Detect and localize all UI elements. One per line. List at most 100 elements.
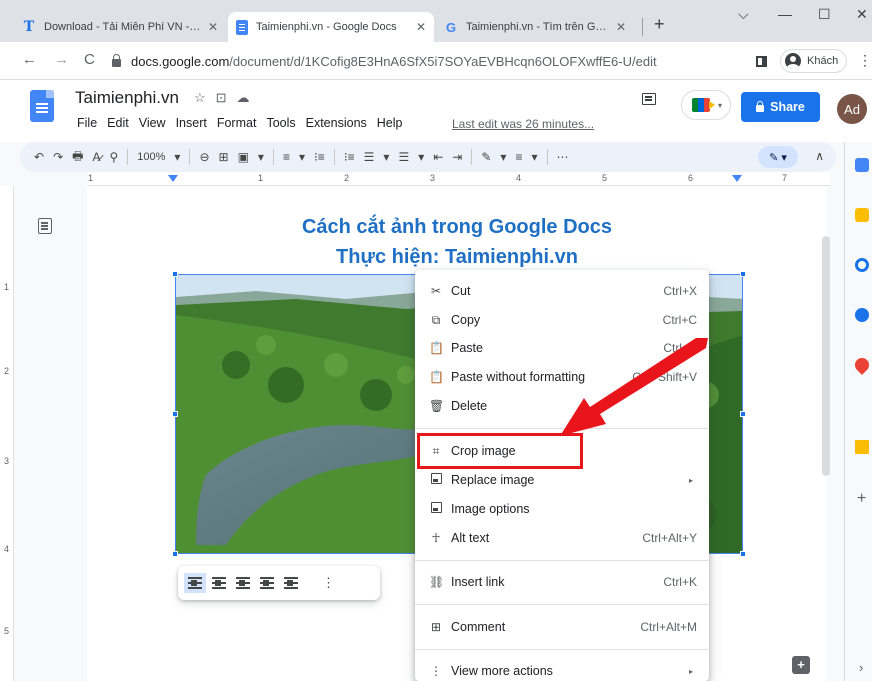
side-panel-icon[interactable]: [756, 56, 767, 67]
numbered-list-icon[interactable]: ☰: [398, 150, 409, 164]
resize-handle[interactable]: [172, 411, 178, 417]
context-menu-view-more-actions[interactable]: ⋮ View more actions ▸: [415, 657, 709, 681]
context-menu-cut[interactable]: ✂ Cut Ctrl+X: [415, 277, 709, 305]
resize-handle[interactable]: [740, 411, 746, 417]
menu-tools[interactable]: Tools: [266, 116, 295, 130]
menu-extensions[interactable]: Extensions: [306, 116, 367, 130]
context-menu-paste-without-formatting[interactable]: 📋 Paste without formatting Ctrl+Shift+V: [415, 363, 709, 391]
checklist-icon[interactable]: ⁝≡: [344, 150, 355, 164]
chevron-down-icon[interactable]: ▾: [418, 150, 424, 164]
align-icon[interactable]: ≡: [283, 150, 290, 164]
minimize-icon[interactable]: —: [778, 6, 792, 22]
get-add-ons-icon[interactable]: +: [857, 490, 866, 508]
context-menu-insert-link[interactable]: ⛓ Insert link Ctrl+K: [415, 568, 709, 596]
print-icon[interactable]: 🖶: [72, 147, 83, 168]
resize-handle[interactable]: [172, 551, 178, 557]
chevron-down-icon[interactable]: ▾: [531, 150, 537, 164]
chevron-down-icon[interactable]: ▾: [383, 150, 389, 164]
keep-icon[interactable]: [855, 208, 869, 222]
resize-handle[interactable]: [740, 551, 746, 557]
increase-indent-icon[interactable]: ⇥: [452, 150, 462, 164]
context-menu-delete[interactable]: 🗑 Delete: [415, 392, 709, 420]
chevron-down-icon[interactable]: ▾: [299, 150, 305, 164]
horizontal-ruler[interactable]: 1 1 2 3 4 5 6 7: [88, 172, 830, 186]
menu-format[interactable]: Format: [217, 116, 257, 130]
right-indent-marker[interactable]: [732, 175, 742, 182]
hide-menus-icon[interactable]: ∧: [815, 149, 824, 163]
behind-text-icon[interactable]: [260, 577, 274, 589]
vertical-scrollbar[interactable]: [822, 236, 830, 476]
new-tab-button[interactable]: +: [654, 14, 665, 35]
menu-view[interactable]: View: [139, 116, 166, 130]
star-move-status-icons[interactable]: ☆⊡☁: [194, 90, 260, 106]
paint-format-icon[interactable]: ⚲: [109, 150, 118, 164]
download-addon-icon[interactable]: [855, 440, 869, 454]
comment-icon: ⊞: [430, 620, 442, 634]
close-tab-icon[interactable]: ✕: [416, 20, 426, 34]
border-weight-icon[interactable]: ≡: [515, 150, 522, 164]
context-menu-copy[interactable]: ⧉ Copy Ctrl+C: [415, 306, 709, 334]
browser-menu-icon[interactable]: ⋮: [858, 52, 872, 69]
border-color-icon[interactable]: ✎: [481, 150, 491, 164]
insert-link-icon[interactable]: ⊖: [199, 150, 209, 164]
comments-icon[interactable]: [642, 93, 656, 105]
spellcheck-icon[interactable]: A̷: [92, 150, 100, 164]
menu-file[interactable]: File: [77, 116, 97, 130]
context-menu-image-options[interactable]: Image options: [415, 495, 709, 523]
more-options-icon[interactable]: ⋯: [557, 150, 569, 164]
document-outline-icon[interactable]: [38, 218, 52, 234]
context-menu-comment[interactable]: ⊞ Comment Ctrl+Alt+M: [415, 613, 709, 641]
menu-insert[interactable]: Insert: [176, 116, 207, 130]
undo-icon[interactable]: ↶: [34, 150, 44, 164]
bulleted-list-icon[interactable]: ☰: [364, 150, 375, 164]
menu-edit[interactable]: Edit: [107, 116, 129, 130]
last-edit-link[interactable]: Last edit was 26 minutes...: [452, 117, 594, 131]
account-avatar[interactable]: Ad: [837, 94, 867, 124]
contacts-icon[interactable]: [855, 308, 869, 322]
meet-button[interactable]: ▾: [681, 90, 731, 120]
forward-icon[interactable]: →: [54, 51, 69, 68]
wrap-text-icon[interactable]: [212, 577, 226, 589]
tab-google-search[interactable]: G Taimienphi.vn - Tìm trên Google ✕: [436, 12, 634, 42]
close-tab-icon[interactable]: ✕: [208, 20, 218, 34]
explore-button[interactable]: +: [792, 656, 810, 674]
profile-button[interactable]: Khách: [780, 49, 848, 73]
close-window-icon[interactable]: ✕: [856, 6, 868, 23]
tab-download[interactable]: T Download - Tải Miễn Phí VN - Ph ✕: [14, 12, 226, 42]
decrease-indent-icon[interactable]: ⇤: [433, 150, 443, 164]
document-title[interactable]: Taimienphi.vn: [75, 88, 179, 108]
tasks-icon[interactable]: [855, 258, 869, 272]
close-tab-icon[interactable]: ✕: [616, 20, 626, 34]
in-line-wrap-icon[interactable]: [184, 573, 206, 593]
context-menu-replace-image[interactable]: Replace image ▸: [415, 466, 709, 494]
resize-handle[interactable]: [740, 271, 746, 277]
context-menu-paste[interactable]: 📋 Paste Ctrl+V: [415, 334, 709, 362]
reload-icon[interactable]: C: [84, 51, 95, 68]
in-front-of-text-icon[interactable]: [284, 577, 298, 589]
left-indent-marker[interactable]: [168, 175, 178, 182]
redo-icon[interactable]: ↷: [53, 150, 63, 164]
zoom-select[interactable]: 100%: [137, 151, 165, 163]
url-field[interactable]: docs.google.com/document/d/1KCofig8E3HnA…: [112, 48, 742, 74]
chevron-down-icon[interactable]: ▾: [174, 150, 180, 164]
break-text-icon[interactable]: [236, 577, 250, 589]
docs-home-logo-icon[interactable]: [30, 90, 54, 122]
more-image-options-icon[interactable]: ⋮: [322, 575, 335, 591]
line-spacing-icon[interactable]: ⁝≡: [314, 150, 325, 164]
calendar-icon[interactable]: [855, 158, 869, 172]
context-menu-alt-text[interactable]: ☥ Alt text Ctrl+Alt+Y: [415, 524, 709, 552]
resize-handle[interactable]: [172, 271, 178, 277]
show-side-panel-icon[interactable]: ›: [859, 660, 863, 675]
maximize-icon[interactable]: ☐: [818, 6, 831, 23]
chevron-down-icon[interactable]: ▾: [258, 150, 264, 164]
add-comment-icon[interactable]: ⊞: [219, 150, 229, 164]
maps-icon[interactable]: [852, 355, 872, 375]
share-button[interactable]: Share: [741, 92, 820, 122]
tab-google-docs[interactable]: Taimienphi.vn - Google Docs ✕: [228, 12, 434, 42]
insert-image-icon[interactable]: ▣: [238, 150, 249, 164]
tab-search-icon[interactable]: ⌵: [738, 6, 749, 23]
menu-help[interactable]: Help: [377, 116, 403, 130]
chevron-down-icon[interactable]: ▾: [500, 150, 506, 164]
back-icon[interactable]: ←: [22, 51, 37, 68]
editing-mode-button[interactable]: ✎ ▾: [758, 146, 798, 168]
